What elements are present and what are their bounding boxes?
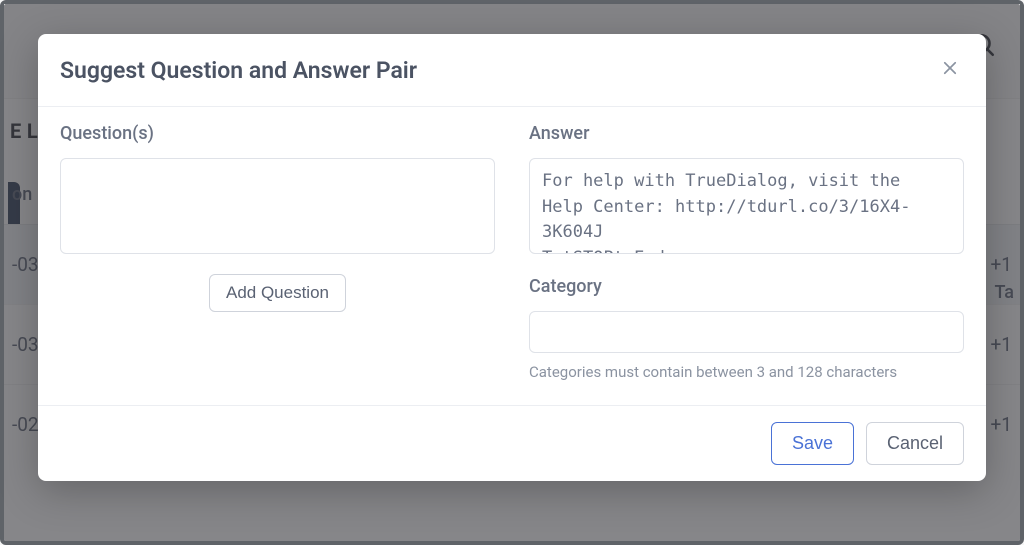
save-button[interactable]: Save <box>771 422 854 465</box>
modal-title: Suggest Question and Answer Pair <box>60 57 417 84</box>
questions-input[interactable] <box>60 158 495 254</box>
suggest-qa-modal: Suggest Question and Answer Pair Questio… <box>38 34 986 481</box>
add-question-button[interactable]: Add Question <box>209 274 346 312</box>
modal-footer: Save Cancel <box>38 405 986 481</box>
questions-label: Question(s) <box>60 123 495 144</box>
modal-body: Question(s) Add Question Answer For help… <box>38 107 986 405</box>
cancel-button[interactable]: Cancel <box>866 422 964 465</box>
category-input[interactable] <box>529 311 964 353</box>
questions-column: Question(s) Add Question <box>60 123 495 381</box>
answer-column: Answer For help with TrueDialog, visit t… <box>529 123 964 381</box>
category-helper-text: Categories must contain between 3 and 12… <box>529 363 964 381</box>
category-label: Category <box>529 276 964 297</box>
modal-header: Suggest Question and Answer Pair <box>38 34 986 107</box>
close-icon <box>941 58 959 82</box>
answer-input[interactable]: For help with TrueDialog, visit the Help… <box>529 158 964 254</box>
close-button[interactable] <box>936 56 964 84</box>
answer-label: Answer <box>529 123 964 144</box>
